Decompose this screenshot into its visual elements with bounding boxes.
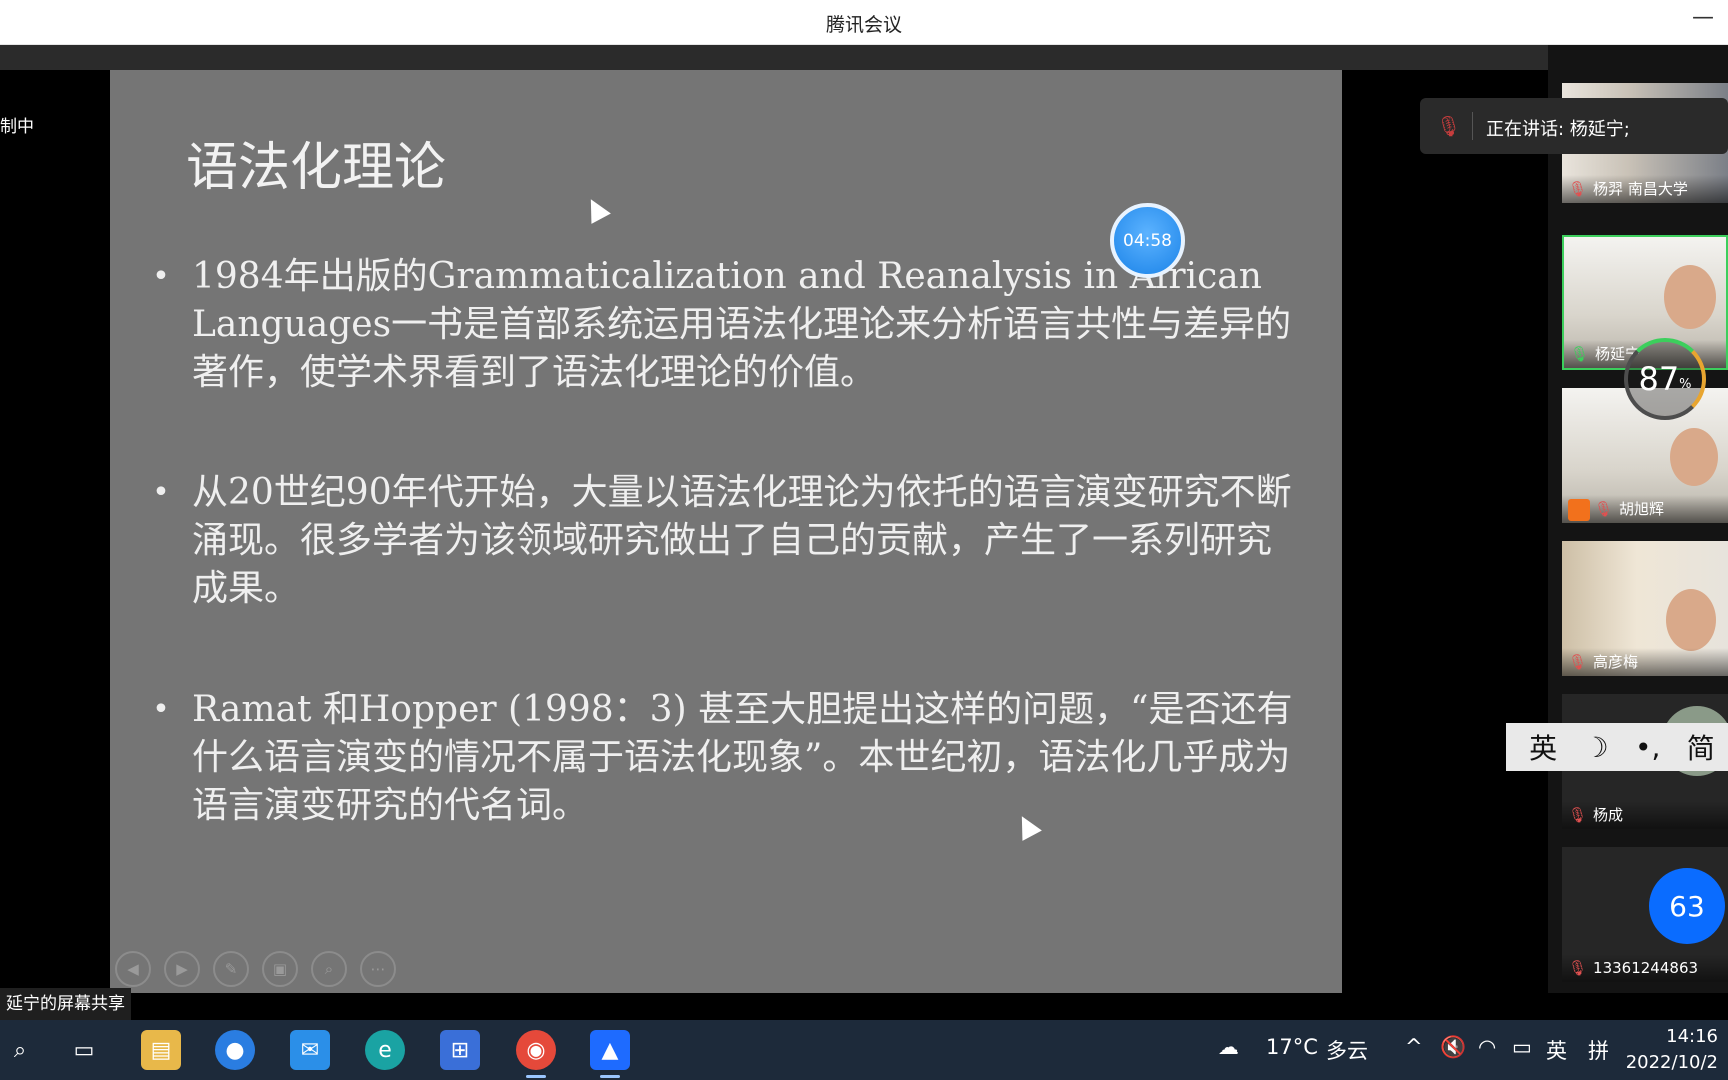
ime-lang[interactable]: 英	[1529, 727, 1557, 767]
participant-name: 🎙 13361244863	[1562, 954, 1728, 982]
left-status-label: 制中	[0, 117, 34, 137]
taskbar	[0, 1020, 1728, 1080]
mic-active-icon: 🎙	[1570, 345, 1590, 363]
window-titlebar: 腾讯会议 —	[0, 0, 1728, 45]
bullet-text: 从20世纪90年代开始，大量以语法化理论为依托的语言演变研究不断涌现。很多学者为…	[192, 472, 1292, 609]
screen-share-label: 延宁的屏幕共享	[0, 988, 131, 1020]
clock-date: 2022/10/2	[1625, 1052, 1718, 1073]
tencent-meeting-icon[interactable]: ▲	[590, 1030, 630, 1070]
ime-toolbar[interactable]: 英 ☽ •, 简	[1506, 723, 1728, 771]
participant-face	[1664, 265, 1716, 329]
taskbar-running-indicator	[526, 1075, 546, 1078]
weather-cloud-icon[interactable]: ☁	[1218, 1035, 1239, 1059]
wifi-icon[interactable]: ◠	[1478, 1035, 1496, 1059]
slide-bullet: • 从20世纪90年代开始，大量以语法化理论为依托的语言演变研究不断涌现。很多学…	[150, 469, 1300, 613]
slide-timer[interactable]: 04:58	[1110, 203, 1185, 278]
participant-name: 🎙 高彦梅	[1562, 648, 1728, 676]
mic-muted-icon: 🎙	[1568, 806, 1588, 824]
window-title: 腾讯会议	[825, 14, 902, 36]
network-quality-ring: 87%	[1624, 338, 1706, 420]
slide-bullet: • 1984年出版的Grammaticalization and Reanaly…	[150, 253, 1300, 397]
mic-muted-icon: 🎙	[1436, 114, 1462, 138]
weather-temp[interactable]: 17°C	[1266, 1035, 1318, 1059]
ime-lang-indicator[interactable]: 英	[1546, 1035, 1567, 1065]
system-clock[interactable]: 14:16 2022/10/2	[1626, 1024, 1718, 1076]
mic-muted-icon: 🎙	[1568, 959, 1588, 977]
network-value: 87	[1638, 360, 1680, 398]
participant-face	[1670, 428, 1718, 486]
speaking-label: 正在讲话: 杨延宁;	[1486, 119, 1630, 140]
avatar-icon	[1568, 498, 1590, 521]
pen-icon[interactable]: ✎	[213, 951, 249, 987]
bullet-marker: •	[152, 692, 170, 727]
ime-simplified[interactable]: 简	[1687, 727, 1715, 767]
mic-muted-icon: 🎙	[1594, 500, 1614, 518]
mic-muted-icon: 🎙	[1568, 653, 1588, 671]
edge-icon[interactable]: e	[365, 1030, 405, 1070]
slide-title: 语法化理论	[186, 138, 447, 198]
bullet-text: Ramat 和Hopper (1998：3) 甚至大胆提出这样的问题，“是否还有…	[192, 689, 1293, 826]
participant-name: 🎙 杨成	[1562, 801, 1728, 829]
slide-bullet: • Ramat 和Hopper (1998：3) 甚至大胆提出这样的问题，“是否…	[150, 686, 1300, 830]
top-stripe	[0, 45, 1548, 70]
clock-time: 14:16	[1666, 1026, 1718, 1047]
chat-app-icon[interactable]: ●	[215, 1030, 255, 1070]
ime-mode-indicator[interactable]: 拼	[1588, 1035, 1609, 1065]
file-explorer-icon[interactable]: ▤	[141, 1030, 181, 1070]
task-view-icon[interactable]: ▭	[64, 1030, 104, 1070]
layout-icon[interactable]: ▣	[262, 951, 298, 987]
speaking-banner: 🎙 正在讲话: 杨延宁;	[1420, 98, 1728, 154]
prev-icon[interactable]: ◀	[115, 951, 151, 987]
bullet-marker: •	[152, 259, 170, 294]
ime-punct-icon[interactable]: •,	[1635, 731, 1660, 764]
mic-muted-icon: 🎙	[1568, 180, 1588, 198]
mail-icon[interactable]: ✉	[290, 1030, 330, 1070]
weather-desc[interactable]: 多云	[1326, 1035, 1368, 1065]
show-hidden-icons[interactable]: ^	[1405, 1035, 1423, 1059]
participant-name: 🎙 杨羿 南昌大学	[1562, 175, 1728, 203]
chrome-icon[interactable]: ◉	[516, 1030, 556, 1070]
bullet-marker: •	[152, 475, 170, 510]
zoom-icon[interactable]: ⌕	[311, 951, 347, 987]
divider	[1472, 112, 1473, 140]
minimize-button[interactable]: —	[1692, 5, 1714, 30]
volume-muted-icon[interactable]: 🔇	[1440, 1035, 1466, 1060]
store-icon[interactable]: ⊞	[440, 1030, 480, 1070]
participants-panel: 🎙 杨羿 南昌大学 🎙 杨延宁 🎙 胡旭辉 🎙 高彦梅 🎙 杨成 🎙 13361244863	[1548, 45, 1728, 993]
more-icon[interactable]: ⋯	[360, 951, 396, 987]
network-unit: %	[1679, 376, 1692, 392]
ime-moon-icon[interactable]: ☽	[1584, 731, 1609, 764]
taskbar-running-indicator	[600, 1075, 620, 1078]
participant-face	[1666, 589, 1716, 651]
search-icon[interactable]: ⌕	[0, 1030, 40, 1070]
participant-name: 🎙 胡旭辉	[1562, 495, 1728, 523]
participant-tile[interactable]: 🎙 高彦梅	[1562, 541, 1728, 676]
next-icon[interactable]: ▶	[164, 951, 200, 987]
battery-icon[interactable]: ▭	[1512, 1035, 1532, 1059]
participant-count-badge[interactable]: 63	[1649, 868, 1725, 944]
